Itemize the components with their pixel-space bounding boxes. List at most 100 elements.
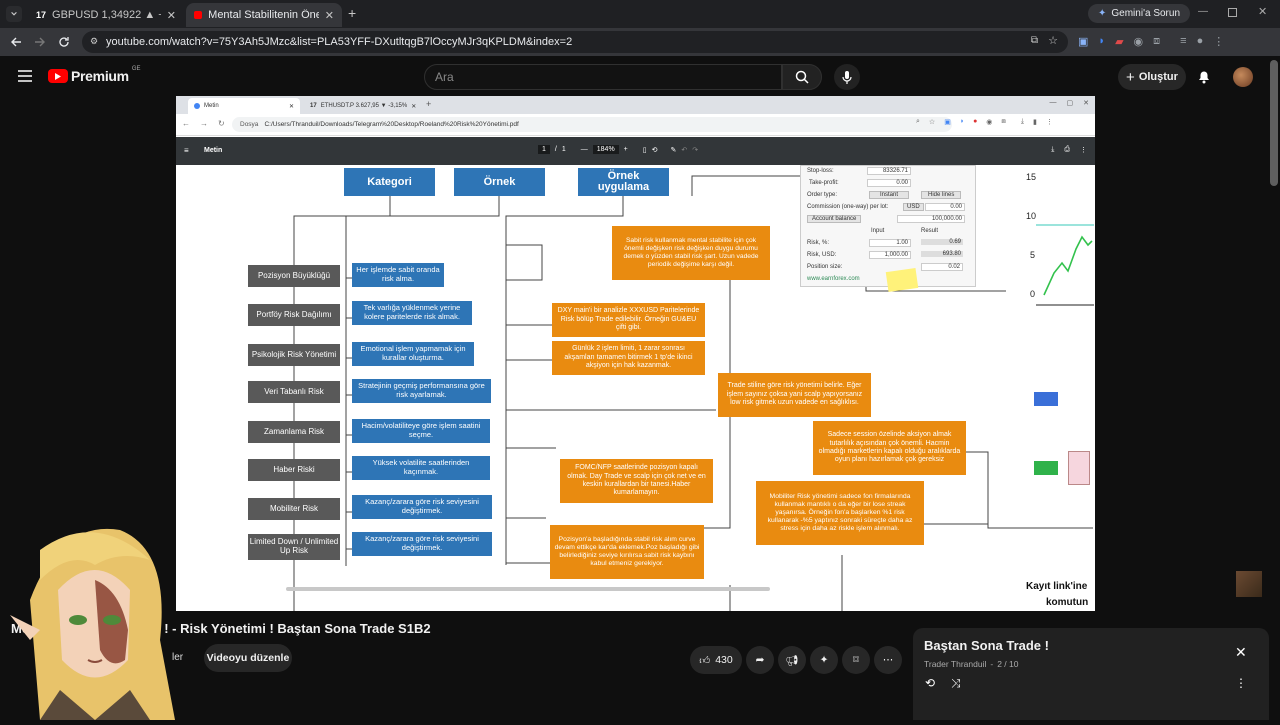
new-tab-button[interactable]: +	[348, 5, 356, 21]
pdf-menu-icon: ≡	[184, 146, 189, 155]
pdf-diagram: Kategori Örnek Örnek uygulama Pozisyon B…	[176, 165, 1095, 611]
playlist-menu-icon[interactable]: ⋮	[1235, 676, 1247, 690]
recorded-tab-label: Metin	[204, 103, 219, 109]
pdf-page-controls: 1 / 1 — 184% + ▯ ⟲ ✎ ↶ ↷	[538, 145, 698, 154]
install-icon[interactable]: ⧉	[1031, 35, 1038, 46]
fit-page-icon: ▯	[642, 146, 647, 154]
pdf-title: Metin	[204, 147, 223, 154]
tab-gbpusd[interactable]: 17 GBPUSD 1,34922 ▲ +0.28% Ad ✕	[28, 3, 184, 27]
pdf-zoom: 184%	[592, 145, 619, 154]
header-ornek-uygulama: Örnek uygulama	[578, 168, 669, 196]
meta-separator: -	[990, 659, 994, 669]
video-player[interactable]: Metin ✕ 17 ETHUSDT.P 3.627,95 ▼ -3,15% ✕…	[176, 96, 1095, 611]
back-icon[interactable]	[10, 36, 22, 48]
more-actions-button[interactable]: ⋯	[874, 646, 902, 674]
voice-search-button[interactable]	[834, 64, 860, 90]
extension-icon[interactable]: ▰	[1115, 35, 1123, 48]
account-avatar[interactable]	[1233, 67, 1253, 87]
application-box: Trade stiline göre risk yönetimi belirle…	[718, 373, 871, 417]
like-count: 430	[715, 654, 733, 666]
calc-value: 83326.71	[867, 167, 911, 175]
calc-button: Account balance	[807, 215, 862, 223]
youtube-logo[interactable]: Premium GE	[48, 66, 141, 84]
category-box: Portföy Risk Dağılımı	[248, 304, 340, 326]
window-close-button[interactable]: ✕	[1258, 5, 1267, 18]
sticky-note	[885, 268, 919, 292]
create-button[interactable]: + Oluştur	[1118, 64, 1186, 90]
example-box: Her işlemde sabit oranda risk alma.	[352, 263, 444, 287]
pdf-page-total: 1	[561, 146, 566, 153]
notifications-bell-icon[interactable]	[1197, 69, 1211, 84]
playlist-channel[interactable]: Trader Thranduil	[924, 659, 986, 669]
application-box: Mobiliter Risk yönetimi sadece fon firma…	[756, 481, 924, 545]
ask-button[interactable]: ✦	[810, 646, 838, 674]
edit-video-button[interactable]: Videoyu düzenle	[204, 644, 292, 672]
playlist-panel: Baştan Sona Trade ! Trader Thranduil - 2…	[913, 628, 1269, 720]
url-field[interactable]: ⚙ youtube.com/watch?v=75Y3Ah5JMzc&list=P…	[82, 31, 1068, 53]
example-box: Hacim/volatiliteye göre işlem saatini se…	[352, 419, 490, 443]
page-scrollbar[interactable]	[1270, 60, 1278, 186]
close-icon[interactable]: ✕	[1235, 644, 1247, 661]
calc-label: Stop-loss:	[807, 168, 834, 174]
example-box: Tek varlığa yüklenmek yerine kolere pari…	[352, 301, 472, 325]
calc-label: Commission (one-way) per lot:	[807, 204, 889, 210]
forward-icon[interactable]	[34, 36, 46, 48]
recorded-file-label: Dosya	[240, 121, 259, 128]
search-button[interactable]	[782, 64, 822, 90]
gemini-icon: ✦	[1098, 8, 1107, 19]
search-input[interactable]: Ara	[424, 64, 782, 90]
close-icon[interactable]: ✕	[325, 9, 334, 22]
extension-icon[interactable]: ▣	[1078, 35, 1088, 48]
extension-icon[interactable]: ◉	[1134, 35, 1144, 48]
site-info-icon[interactable]: ⚙	[90, 36, 98, 47]
header-kategori: Kategori	[344, 168, 435, 196]
playlist-position: 2 / 10	[997, 659, 1019, 669]
profile-icon[interactable]: ●	[1197, 35, 1204, 48]
calc-result: 693.80	[921, 251, 963, 257]
tab-search-icon[interactable]	[6, 6, 22, 22]
tradingview-icon: 17	[310, 103, 317, 109]
tab-youtube[interactable]: Mental Stabilitenin Önemi ! - R ✕	[186, 3, 342, 27]
more-icon: ⋮	[1080, 147, 1087, 154]
minimize-button[interactable]: —	[1198, 6, 1208, 17]
watermark-text: komutun	[1046, 597, 1089, 608]
share-button[interactable]: ➦	[746, 646, 774, 674]
save-button[interactable]: ⌑	[842, 646, 870, 674]
calc-label: Order type:	[807, 192, 838, 198]
bookmark-star-icon[interactable]: ☆	[1048, 34, 1058, 47]
megaphone-icon: 📢︎	[785, 654, 799, 667]
recorded-url-field: Dosya C:/Users/Thranduil/Downloads/Teleg…	[232, 117, 952, 132]
hamburger-menu-icon[interactable]	[18, 70, 32, 82]
edit-video-label: Videoyu düzenle	[206, 652, 290, 664]
gemini-button[interactable]: ✦ Gemini'a Sorun	[1088, 4, 1190, 23]
plus-icon: +	[1126, 68, 1135, 86]
media-icon[interactable]: ≡	[1180, 35, 1186, 48]
reload-icon[interactable]	[58, 36, 70, 48]
calc-header: Input	[871, 228, 885, 234]
maximize-button[interactable]	[1228, 8, 1237, 17]
more-dots-icon: ⋯	[882, 654, 894, 666]
recorded-address-bar: ← → ↻ Dosya C:/Users/Thranduil/Downloads/T…	[176, 114, 1095, 136]
recorded-tab-metin: Metin ✕	[188, 98, 300, 114]
menu-dots-icon[interactable]: ⋮	[1213, 35, 1224, 48]
search-icon	[795, 70, 809, 84]
create-label: Oluştur	[1138, 71, 1178, 83]
pdf-toolbar: ≡ Metin 1 / 1 — 184% + ▯ ⟲ ✎ ↶ ↷ ⤓ ⎙ ⋮	[176, 137, 1095, 165]
application-box: Sabit risk kullanmak mental stabilite iç…	[612, 226, 770, 280]
playlist-title[interactable]: Baştan Sona Trade !	[924, 638, 1049, 653]
shuffle-icon[interactable]: ⤨	[951, 676, 961, 691]
close-icon[interactable]: ✕	[167, 9, 176, 22]
promote-button[interactable]: 📢︎	[778, 646, 806, 674]
region-label: GE	[131, 66, 141, 72]
recorded-nav-icons: ← → ↻	[182, 119, 225, 128]
puzzle-icon[interactable]: ⧈	[1153, 35, 1160, 48]
like-button[interactable]: 👍︎ 430	[690, 646, 742, 674]
extension-icon[interactable]: ◗	[1098, 35, 1105, 48]
calc-header: Result	[921, 228, 939, 234]
application-box: Pozisyon'a başladığında stabil risk alım…	[550, 525, 704, 579]
pdf-page-current: 1	[538, 145, 550, 154]
channel-watermark[interactable]	[1236, 571, 1262, 597]
loop-icon[interactable]: ⟲	[925, 676, 935, 690]
calc-label: Position size:	[807, 264, 843, 270]
fragment-box	[1034, 392, 1058, 406]
